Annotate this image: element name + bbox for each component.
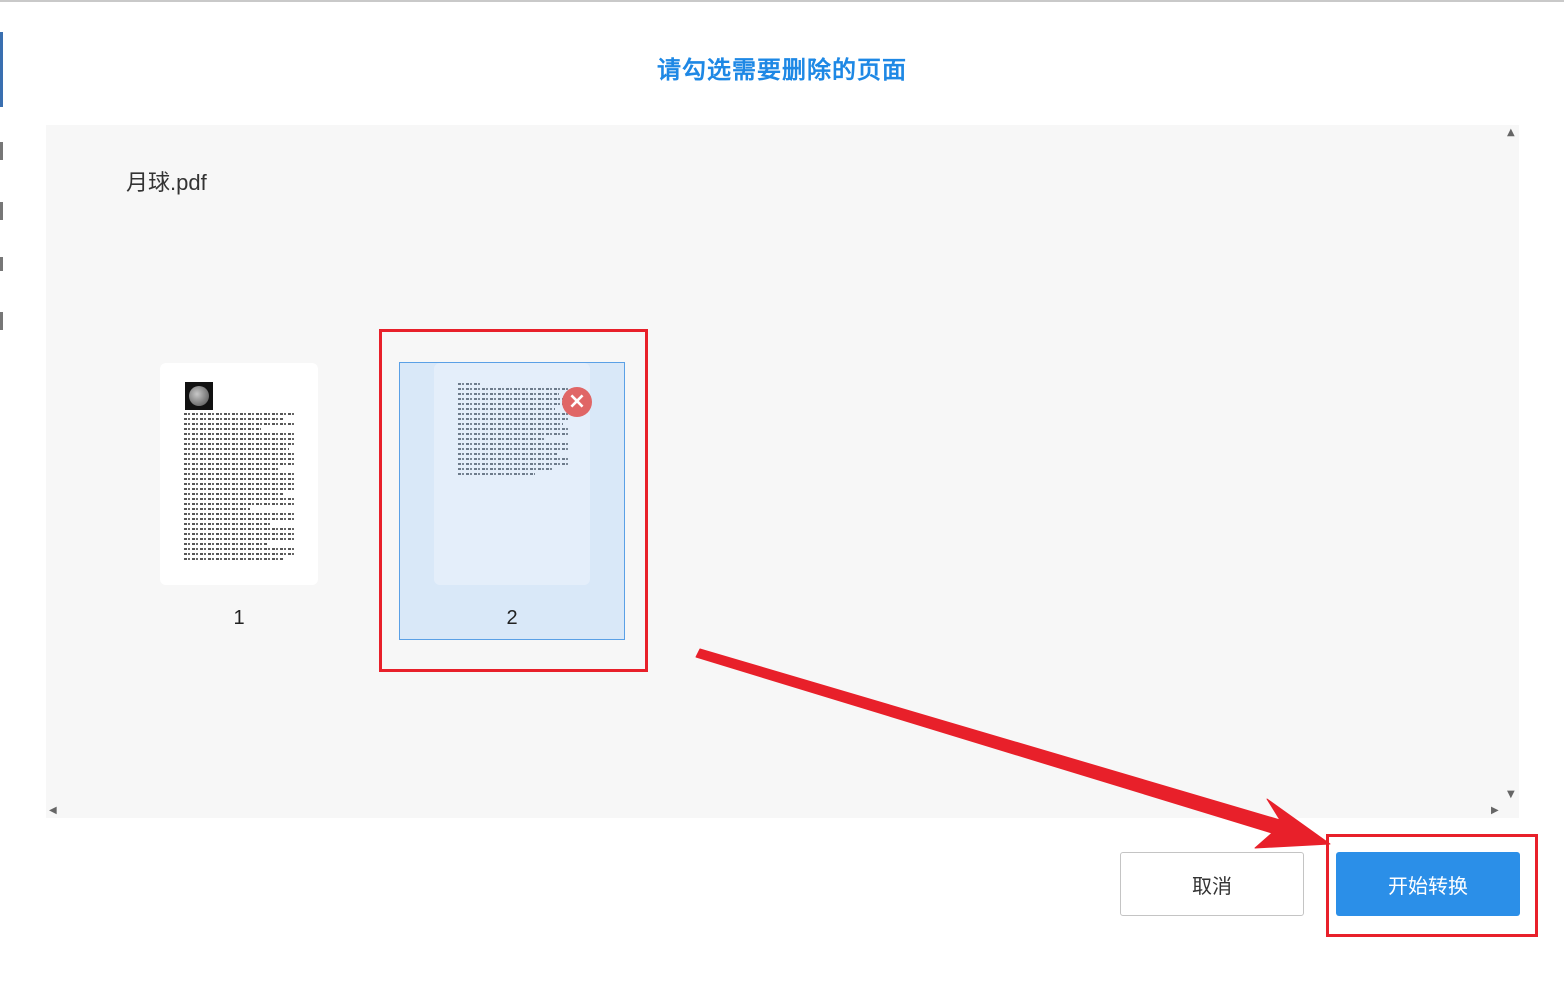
annotation-arrow: [695, 648, 1331, 849]
delete-pages-dialog: 请勾选需要删除的页面 月球.pdf 1 × 2 ▲ ▼ ◀ ▶ 取消 开始转换: [0, 0, 1564, 995]
